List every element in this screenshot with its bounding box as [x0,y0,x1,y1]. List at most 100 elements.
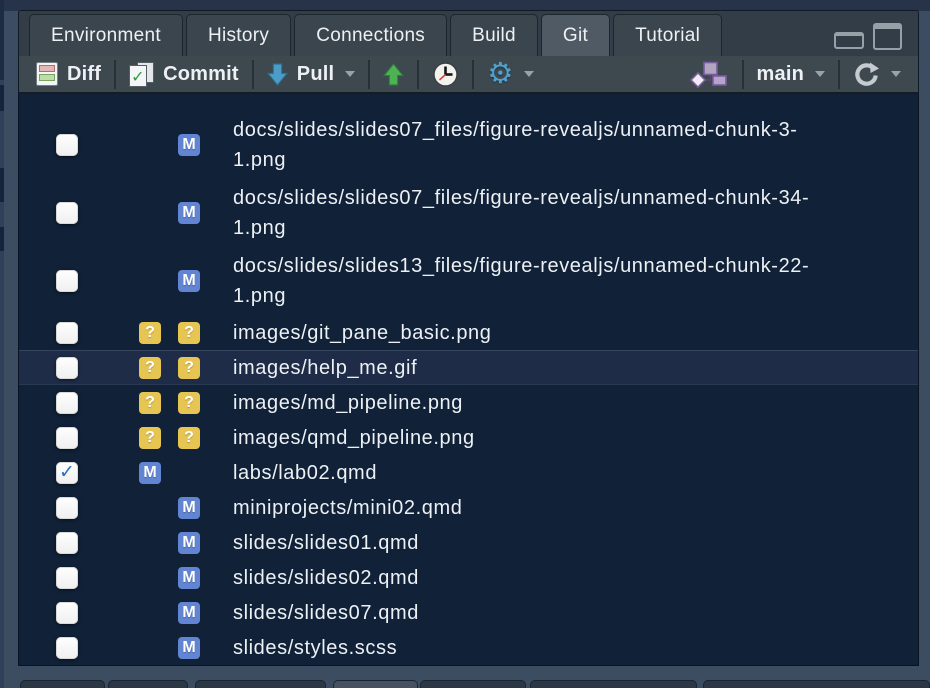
stage-checkbox[interactable]: ✓ [56,532,78,554]
file-path: slides/slides07.qmd [233,598,833,628]
bottom-pane-tab-stub[interactable] [20,680,105,688]
file-row[interactable]: ✓ ? ? images/md_pipeline.png [19,385,918,420]
pull-button-label: Pull [297,63,334,86]
stage-checkbox[interactable]: ✓ [56,567,78,589]
status-badge-modified: M [178,134,200,156]
push-button[interactable] [372,56,415,92]
status-badge-modified: M [178,602,200,624]
file-row-selected[interactable]: ✓ ? ? images/help_me.gif [19,350,918,385]
bottom-pane-tab-stub[interactable] [420,680,526,688]
stage-checkbox[interactable]: ✓ [56,322,78,344]
refresh-button[interactable] [842,56,912,92]
stage-checkbox[interactable]: ✓ [56,497,78,519]
commit-button[interactable]: ✓ Commit [118,56,250,92]
file-path: miniprojects/mini02.qmd [233,493,833,523]
toolbar-separator [368,60,370,89]
status-badge-untracked: ? [139,427,161,449]
pane-tab-bar: Environment History Connections Build Gi… [18,10,919,56]
bottom-pane-tab-stub-active[interactable] [333,680,418,688]
tab-build[interactable]: Build [450,14,538,56]
tab-connections[interactable]: Connections [294,14,447,56]
toolbar-separator [417,60,419,89]
git-toolbar: Diff ✓ Commit Pull [18,56,919,94]
left-pane-fragment [0,0,4,80]
file-row[interactable]: ✓ ? ? images/qmd_pipeline.png [19,420,918,455]
chevron-down-icon[interactable] [815,71,825,77]
left-pane-fragment [0,168,4,202]
branch-selector[interactable]: main [746,56,836,92]
pane-window-controls [834,14,908,56]
file-path: docs/slides/slides07_files/figure-reveal… [233,115,833,175]
toolbar-separator [252,60,254,89]
bottom-pane-tab-stub[interactable] [195,680,326,688]
file-row[interactable]: ✓ M docs/slides/slides07_files/figure-re… [19,111,918,179]
refresh-icon [853,61,880,88]
bottom-pane-tab-stub[interactable] [530,680,697,688]
status-badge-untracked: ? [139,392,161,414]
commit-button-label: Commit [163,63,239,86]
file-row[interactable]: ✓ M labs/lab02.qmd [19,455,918,490]
file-row[interactable]: ✓ M slides/slides07.qmd [19,595,918,630]
diff-icon [36,62,58,86]
diff-button[interactable]: Diff [25,56,112,92]
file-row[interactable]: ✓ M docs/slides/slides13_files/figure-re… [19,247,918,315]
status-badge-untracked: ? [178,357,200,379]
git-file-list: chunk-19-1.png ✓ M docs/slides/slides07_… [18,94,919,666]
stage-checkbox-checked[interactable]: ✓ [56,462,78,484]
toolbar-separator [472,60,474,89]
pull-arrow-icon [267,63,288,86]
toolbar-separator [838,60,840,89]
minimize-icon[interactable] [834,32,864,49]
diff-button-label: Diff [67,63,101,86]
file-path: images/git_pane_basic.png [233,318,833,348]
file-row[interactable]: ✓ M slides/slides02.qmd [19,560,918,595]
bottom-pane-tab-stub[interactable] [703,680,930,688]
file-path: labs/lab02.qmd [233,458,833,488]
stage-checkbox[interactable]: ✓ [56,637,78,659]
clipped-file-row[interactable]: chunk-19-1.png [19,94,918,111]
file-path: slides/slides01.qmd [233,528,833,558]
new-branch-button[interactable] [676,56,740,92]
stage-checkbox[interactable]: ✓ [56,270,78,292]
file-path: docs/slides/slides13_files/figure-reveal… [233,251,833,311]
stage-checkbox[interactable]: ✓ [56,392,78,414]
file-path: slides/slides02.qmd [233,563,833,593]
tab-tutorial[interactable]: Tutorial [613,14,722,56]
tab-environment[interactable]: Environment [29,14,183,56]
status-badge-modified: M [178,567,200,589]
bottom-pane-tab-stub[interactable] [108,680,188,688]
clock-icon [432,61,459,88]
check-icon: ✓ [131,70,145,86]
file-row[interactable]: ✓ M docs/slides/slides07_files/figure-re… [19,179,918,247]
pull-button[interactable]: Pull [256,56,366,92]
file-row[interactable]: ✓ M slides/slides01.qmd [19,525,918,560]
tab-git[interactable]: Git [541,14,610,56]
check-icon: ✓ [59,463,75,482]
branch-icon [687,61,729,88]
chevron-down-icon[interactable] [524,71,534,77]
file-row[interactable]: ✓ M miniprojects/mini02.qmd [19,490,918,525]
stage-checkbox[interactable]: ✓ [56,202,78,224]
maximize-icon[interactable] [873,23,902,50]
status-badge-untracked: ? [178,427,200,449]
stage-checkbox[interactable]: ✓ [56,357,78,379]
stage-checkbox[interactable]: ✓ [56,134,78,156]
file-path: chunk-19-1.png [447,94,594,96]
file-row[interactable]: ✓ M slides/styles.scss [19,630,918,665]
file-row[interactable]: ✓ ? ? images/git_pane_basic.png [19,315,918,350]
tab-history[interactable]: History [186,14,291,56]
chevron-down-icon[interactable] [891,71,901,77]
status-badge-modified: M [178,270,200,292]
status-badge-untracked: ? [139,322,161,344]
commit-icon: ✓ [129,62,154,87]
status-badge-modified: M [178,202,200,224]
status-badge-untracked: ? [139,357,161,379]
file-path: images/qmd_pipeline.png [233,423,833,453]
stage-checkbox[interactable]: ✓ [56,427,78,449]
history-clock-button[interactable] [421,56,470,92]
more-actions-button[interactable]: ⚙ [476,56,545,92]
chevron-down-icon[interactable] [345,71,355,77]
stage-checkbox[interactable]: ✓ [56,602,78,624]
file-path: images/help_me.gif [233,353,833,383]
file-path: images/md_pipeline.png [233,388,833,418]
